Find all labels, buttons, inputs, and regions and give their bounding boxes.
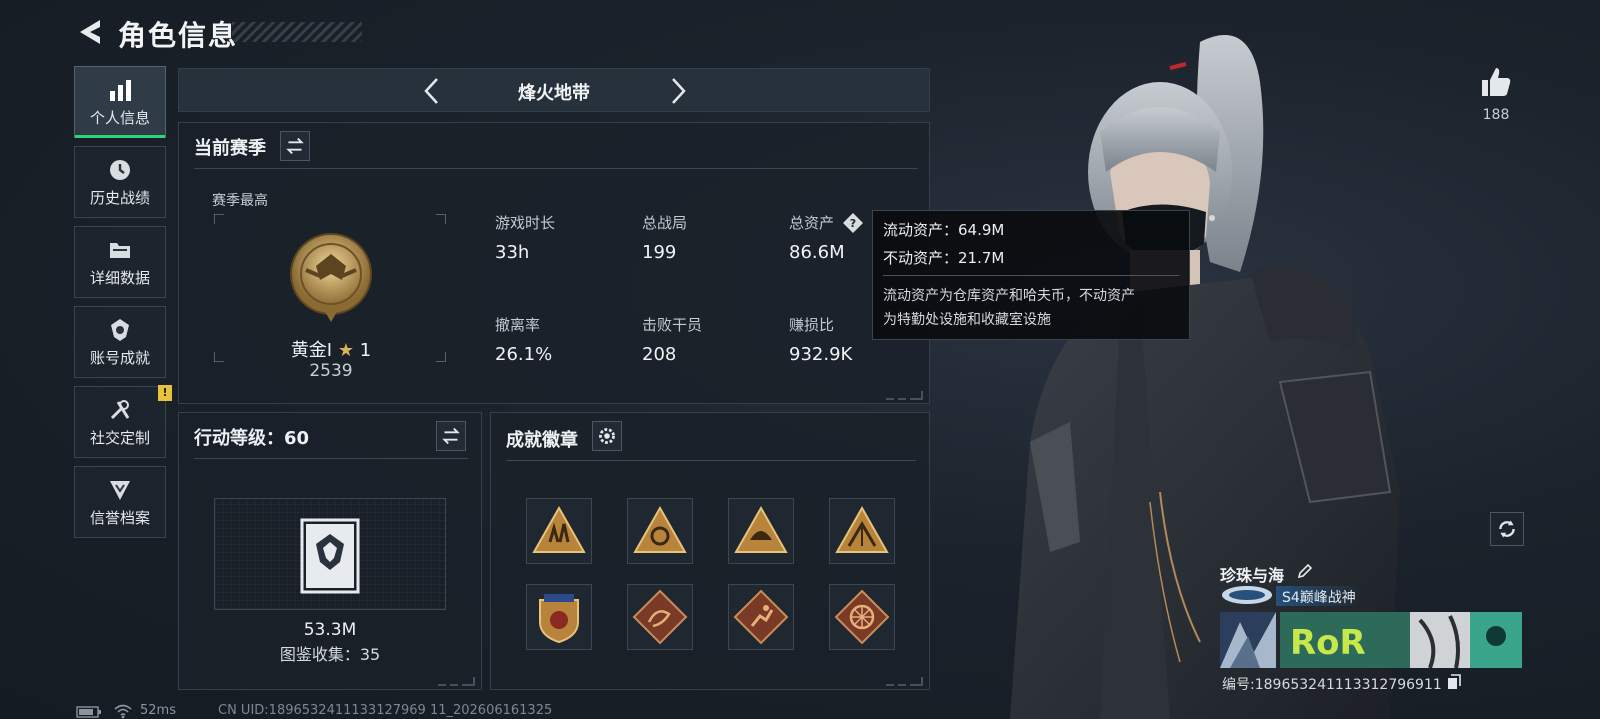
gear-icon[interactable] <box>592 421 622 451</box>
warning-badge: ! <box>158 385 172 401</box>
stat-value-extraction-rate: 26.1% <box>495 344 553 365</box>
banner-art-image <box>1220 612 1276 668</box>
liquid-assets: 流动资产：64.9M <box>883 221 1005 239</box>
stat-value-operators-killed: 208 <box>642 344 677 365</box>
title-decoration <box>232 22 362 42</box>
mode-name: 烽火地带 <box>518 83 590 104</box>
divider <box>194 458 468 459</box>
help-icon[interactable]: ? <box>842 212 864 234</box>
refresh-icon[interactable] <box>1490 512 1524 546</box>
banner-graffiti-image: RoR <box>1280 612 1522 668</box>
edit-pencil-icon[interactable] <box>1296 562 1314 580</box>
badge-wheel[interactable] <box>829 584 895 650</box>
wifi-icon <box>114 704 132 719</box>
sidebar-item-personal-info[interactable]: 个人信息 <box>74 66 166 138</box>
sidebar-item-reputation[interactable]: 信誉档案 <box>74 466 166 538</box>
player-name: 珍珠与海 <box>1220 566 1285 585</box>
badge-dragon[interactable] <box>627 584 693 650</box>
runner-badge-icon <box>733 589 789 645</box>
folder-icon <box>110 243 130 258</box>
history-clock-icon <box>110 160 130 180</box>
corner-decoration <box>438 677 475 686</box>
pyramid-badge-icon <box>633 505 687 553</box>
fixed-assets: 不动资产：21.7M <box>883 249 1005 267</box>
stat-label-operators-killed: 击败干员 <box>642 316 703 334</box>
rank-score: 2539 <box>309 361 353 381</box>
shield-stars-badge-icon <box>539 594 579 644</box>
helmet-badge-icon <box>734 505 788 553</box>
stat-value-profit-ratio: 932.9K <box>789 344 853 365</box>
sidebar-item-detailed-data[interactable]: 详细数据 <box>74 226 166 298</box>
sidebar-item-label: 历史战绩 <box>89 189 150 207</box>
thumbs-up-icon[interactable] <box>1478 64 1514 100</box>
level-value: 53.3M <box>303 620 357 640</box>
stat-label-profit-ratio: 赚损比 <box>789 316 835 334</box>
sidebar-item-social-custom[interactable]: 社交定制 ! <box>74 385 172 458</box>
stat-value-total-matches: 199 <box>642 242 677 263</box>
page-title: 角色信息 <box>118 19 239 52</box>
badge-runner[interactable] <box>728 584 794 650</box>
badge-mountain[interactable] <box>829 498 895 564</box>
sidebar-item-label: 账号成就 <box>89 349 150 367</box>
sidebar-item-label: 详细数据 <box>89 269 150 287</box>
sidebar-item-account-achievements[interactable]: 账号成就 <box>74 306 166 378</box>
tooltip-description-line1: 流动资产为仓库资产和哈夫币，不动资产 <box>883 288 1135 304</box>
corner-decoration <box>886 677 923 686</box>
stat-label-total-assets: 总资产 <box>789 214 835 232</box>
rank-name-row: 黄金Ⅰ ★ 1 <box>268 336 394 362</box>
uid-watermark: CN UID:1896532411133127969 11_2026061613… <box>218 703 553 718</box>
achievement-icon <box>111 319 129 341</box>
wrench-icon <box>110 400 130 420</box>
mode-selector: 烽火地带 <box>178 68 930 112</box>
badge-shield-stars[interactable] <box>526 584 592 650</box>
battery-icon <box>76 706 101 718</box>
rank-stars: 1 <box>359 340 372 361</box>
back-arrow-icon[interactable] <box>74 16 106 48</box>
bar-chart-icon <box>110 80 131 101</box>
swap-icon[interactable] <box>280 131 310 161</box>
tooltip-divider <box>883 275 1179 276</box>
badge-soldiers[interactable] <box>526 498 592 564</box>
svg-text:?: ? <box>850 217 856 230</box>
title-badge-icon <box>1222 586 1272 604</box>
corner-decoration <box>886 391 923 400</box>
sidebar-item-label: 信誉档案 <box>89 509 150 527</box>
stat-label-total-matches: 总战局 <box>642 214 688 232</box>
stat-value-playtime: 33h <box>495 242 530 263</box>
wheel-badge-icon <box>834 589 890 645</box>
like-count: 188 <box>1482 107 1510 123</box>
sidebar-item-label: 社交定制 <box>89 429 150 447</box>
stat-label-playtime: 游戏时长 <box>495 214 556 232</box>
codex-collection: 图鉴收集：35 <box>279 645 381 664</box>
copy-icon[interactable] <box>1447 674 1461 690</box>
mountain-badge-icon <box>835 505 889 553</box>
next-mode-arrow-icon[interactable] <box>663 75 693 107</box>
sidebar-item-label: 个人信息 <box>89 109 150 127</box>
star-icon: ★ <box>337 340 354 361</box>
stat-label-extraction-rate: 撤离率 <box>495 316 541 334</box>
level-emblem-icon <box>300 518 360 594</box>
level-title: 行动等级：60 <box>194 428 310 449</box>
swap-icon[interactable] <box>436 421 466 451</box>
divider <box>506 460 916 461</box>
stat-value-total-assets: 86.6M <box>789 242 845 263</box>
sidebar-item-history[interactable]: 历史战绩 <box>74 146 166 218</box>
player-id: 编号:1896532411133127969​11 <box>1222 677 1442 693</box>
gold-rank-emblem-icon <box>290 233 372 322</box>
divider <box>194 168 918 169</box>
season-best-label: 赛季最高 <box>212 193 268 209</box>
badge-helmet[interactable] <box>728 498 794 564</box>
assets-tooltip: 流动资产：64.9M 不动资产：21.7M 流动资产为仓库资产和哈夫币，不动资产… <box>872 210 1190 340</box>
banner-text: RoR <box>1290 623 1366 663</box>
tooltip-description-line2: 为特勤处设施和收藏室设施 <box>883 312 1051 328</box>
rank-tier: 黄金Ⅰ <box>290 340 333 361</box>
badges-title: 成就徽章 <box>506 430 578 451</box>
shield-icon <box>110 481 130 500</box>
player-title: S4巅峰战神 <box>1282 590 1356 606</box>
soldiers-badge-icon <box>532 505 586 553</box>
season-title: 当前赛季 <box>194 138 266 159</box>
network-ping: 52ms <box>140 703 176 718</box>
badge-pyramid[interactable] <box>627 498 693 564</box>
dragon-badge-icon <box>632 589 688 645</box>
